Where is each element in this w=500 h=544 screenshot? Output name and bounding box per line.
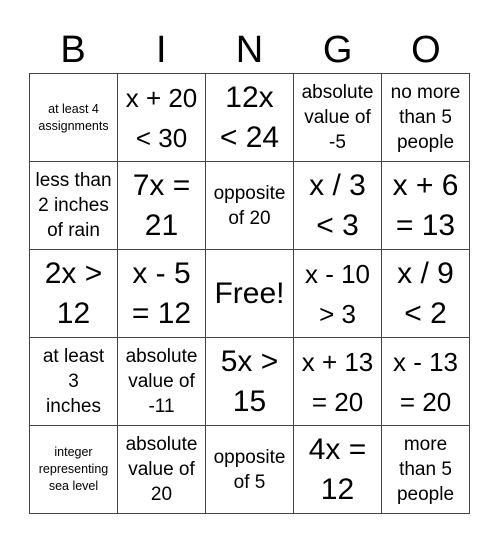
header-letter-i: I — [156, 29, 167, 71]
header-letter-b: B — [60, 29, 86, 71]
bingo-cell[interactable]: integer representing sea level — [30, 426, 118, 514]
bingo-cell[interactable]: at least 3 inches — [30, 338, 118, 426]
bingo-cell[interactable]: x / 9 < 2 — [382, 250, 470, 338]
bingo-cell[interactable]: x - 10 > 3 — [294, 250, 382, 338]
bingo-cell[interactable]: 5x > 15 — [206, 338, 294, 426]
bingo-cell[interactable]: 7x = 21 — [118, 162, 206, 250]
bingo-cell[interactable]: 4x = 12 — [294, 426, 382, 514]
bingo-cell[interactable]: at least 4 assignments — [30, 74, 118, 162]
bingo-cell[interactable]: absolute value of -5 — [294, 74, 382, 162]
free-space-cell[interactable]: Free! — [206, 250, 294, 338]
bingo-cell[interactable]: absolute value of 20 — [118, 426, 206, 514]
bingo-cell[interactable]: no more than 5 people — [382, 74, 470, 162]
bingo-cell[interactable]: opposite of 20 — [206, 162, 294, 250]
bingo-cell[interactable]: more than 5 people — [382, 426, 470, 514]
bingo-cell[interactable]: x - 13 = 20 — [382, 338, 470, 426]
bingo-cell[interactable]: x + 13 = 20 — [294, 338, 382, 426]
bingo-cell[interactable]: less than 2 inches of rain — [30, 162, 118, 250]
bingo-header: B I N G O — [29, 28, 470, 73]
bingo-grid: at least 4 assignments x + 20 < 30 12x <… — [29, 73, 470, 514]
bingo-cell[interactable]: x - 5 = 12 — [118, 250, 206, 338]
header-letter-o: O — [411, 29, 441, 71]
bingo-cell[interactable]: 12x < 24 — [206, 74, 294, 162]
bingo-cell[interactable]: opposite of 5 — [206, 426, 294, 514]
bingo-cell[interactable]: 2x > 12 — [30, 250, 118, 338]
bingo-cell[interactable]: x + 20 < 30 — [118, 74, 206, 162]
header-letter-g: G — [322, 29, 353, 71]
bingo-cell[interactable]: x + 6 = 13 — [382, 162, 470, 250]
bingo-cell[interactable]: x / 3 < 3 — [294, 162, 382, 250]
header-letter-n: N — [235, 29, 264, 71]
bingo-cell[interactable]: absolute value of -11 — [118, 338, 206, 426]
